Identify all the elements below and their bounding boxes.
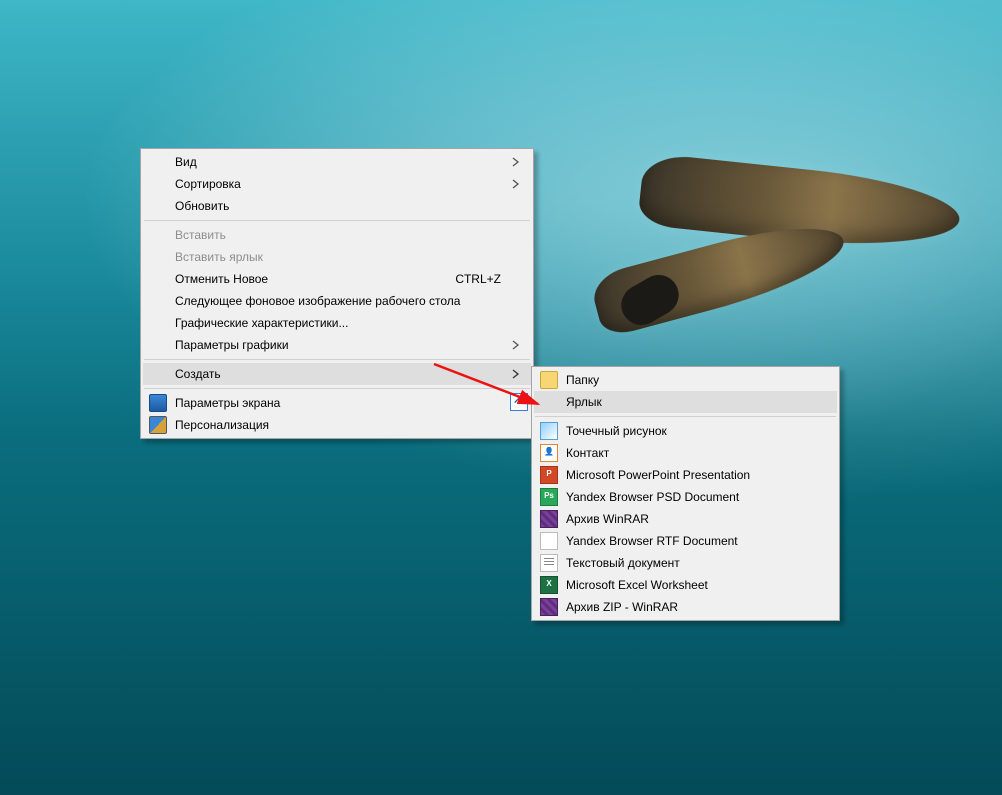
- menu-label: Параметры экрана: [175, 396, 280, 410]
- menu-label: Microsoft PowerPoint Presentation: [566, 468, 750, 482]
- menu-graphics-properties[interactable]: Графические характеристики...: [143, 312, 531, 334]
- chevron-right-icon: [511, 369, 521, 379]
- menu-label: Текстовый документ: [566, 556, 680, 570]
- chevron-right-icon: [511, 340, 521, 350]
- zip-icon: [540, 598, 558, 616]
- submenu-text[interactable]: Текстовый документ: [534, 552, 837, 574]
- submenu-bitmap[interactable]: Точечный рисунок: [534, 420, 837, 442]
- menu-label: Обновить: [175, 199, 229, 213]
- submenu-psd[interactable]: Ps Yandex Browser PSD Document: [534, 486, 837, 508]
- chevron-right-icon: [511, 157, 521, 167]
- menu-label: Создать: [175, 367, 221, 381]
- folder-icon: [540, 371, 558, 389]
- menu-label: Отменить Новое: [175, 272, 268, 286]
- chevron-right-icon: [511, 179, 521, 189]
- powerpoint-icon: P: [540, 466, 558, 484]
- menu-graphics-options[interactable]: Параметры графики: [143, 334, 531, 356]
- menu-label: Контакт: [566, 446, 609, 460]
- personalize-icon: [149, 416, 167, 434]
- shortcut-icon: [540, 393, 558, 411]
- menu-label: Вид: [175, 155, 197, 169]
- menu-undo-new[interactable]: Отменить Новое CTRL+Z: [143, 268, 531, 290]
- menu-separator: [535, 416, 836, 417]
- menu-label: Архив WinRAR: [566, 512, 649, 526]
- submenu-shortcut[interactable]: Ярлык: [534, 391, 837, 413]
- menu-separator: [144, 359, 530, 360]
- menu-display-settings[interactable]: Параметры экрана: [143, 392, 531, 414]
- menu-view[interactable]: Вид: [143, 151, 531, 173]
- display-icon: [149, 394, 167, 412]
- menu-label: Персонализация: [175, 418, 269, 432]
- menu-label: Следующее фоновое изображение рабочего с…: [175, 294, 460, 308]
- new-submenu: Папку Ярлык Точечный рисунок 👤 Контакт P…: [531, 366, 840, 621]
- psd-icon: Ps: [540, 488, 558, 506]
- menu-separator: [144, 220, 530, 221]
- rtf-icon: [540, 532, 558, 550]
- submenu-contact[interactable]: 👤 Контакт: [534, 442, 837, 464]
- menu-new[interactable]: Создать: [143, 363, 531, 385]
- submenu-folder[interactable]: Папку: [534, 369, 837, 391]
- menu-label: Архив ZIP - WinRAR: [566, 600, 678, 614]
- excel-icon: X: [540, 576, 558, 594]
- menu-next-wallpaper[interactable]: Следующее фоновое изображение рабочего с…: [143, 290, 531, 312]
- menu-label: Microsoft Excel Worksheet: [566, 578, 708, 592]
- menu-separator: [144, 388, 530, 389]
- menu-label: Yandex Browser PSD Document: [566, 490, 739, 504]
- menu-label: Вставить ярлык: [175, 250, 263, 264]
- menu-paste: Вставить: [143, 224, 531, 246]
- desktop-context-menu: Вид Сортировка Обновить Вставить Вставит…: [140, 148, 534, 439]
- menu-shortcut: CTRL+Z: [455, 272, 501, 286]
- submenu-rtf[interactable]: Yandex Browser RTF Document: [534, 530, 837, 552]
- menu-label: Вставить: [175, 228, 226, 242]
- bitmap-icon: [540, 422, 558, 440]
- menu-label: Ярлык: [566, 395, 602, 409]
- menu-label: Сортировка: [175, 177, 241, 191]
- menu-paste-shortcut: Вставить ярлык: [143, 246, 531, 268]
- menu-label: Папку: [566, 373, 599, 387]
- menu-label: Точечный рисунок: [566, 424, 667, 438]
- menu-label: Yandex Browser RTF Document: [566, 534, 738, 548]
- contact-icon: 👤: [540, 444, 558, 462]
- submenu-zip[interactable]: Архив ZIP - WinRAR: [534, 596, 837, 618]
- text-icon: [540, 554, 558, 572]
- rar-icon: [540, 510, 558, 528]
- submenu-winrar[interactable]: Архив WinRAR: [534, 508, 837, 530]
- menu-label: Параметры графики: [175, 338, 289, 352]
- menu-refresh[interactable]: Обновить: [143, 195, 531, 217]
- menu-personalize[interactable]: Персонализация: [143, 414, 531, 436]
- submenu-powerpoint[interactable]: P Microsoft PowerPoint Presentation: [534, 464, 837, 486]
- submenu-excel[interactable]: X Microsoft Excel Worksheet: [534, 574, 837, 596]
- menu-sort[interactable]: Сортировка: [143, 173, 531, 195]
- menu-label: Графические характеристики...: [175, 316, 348, 330]
